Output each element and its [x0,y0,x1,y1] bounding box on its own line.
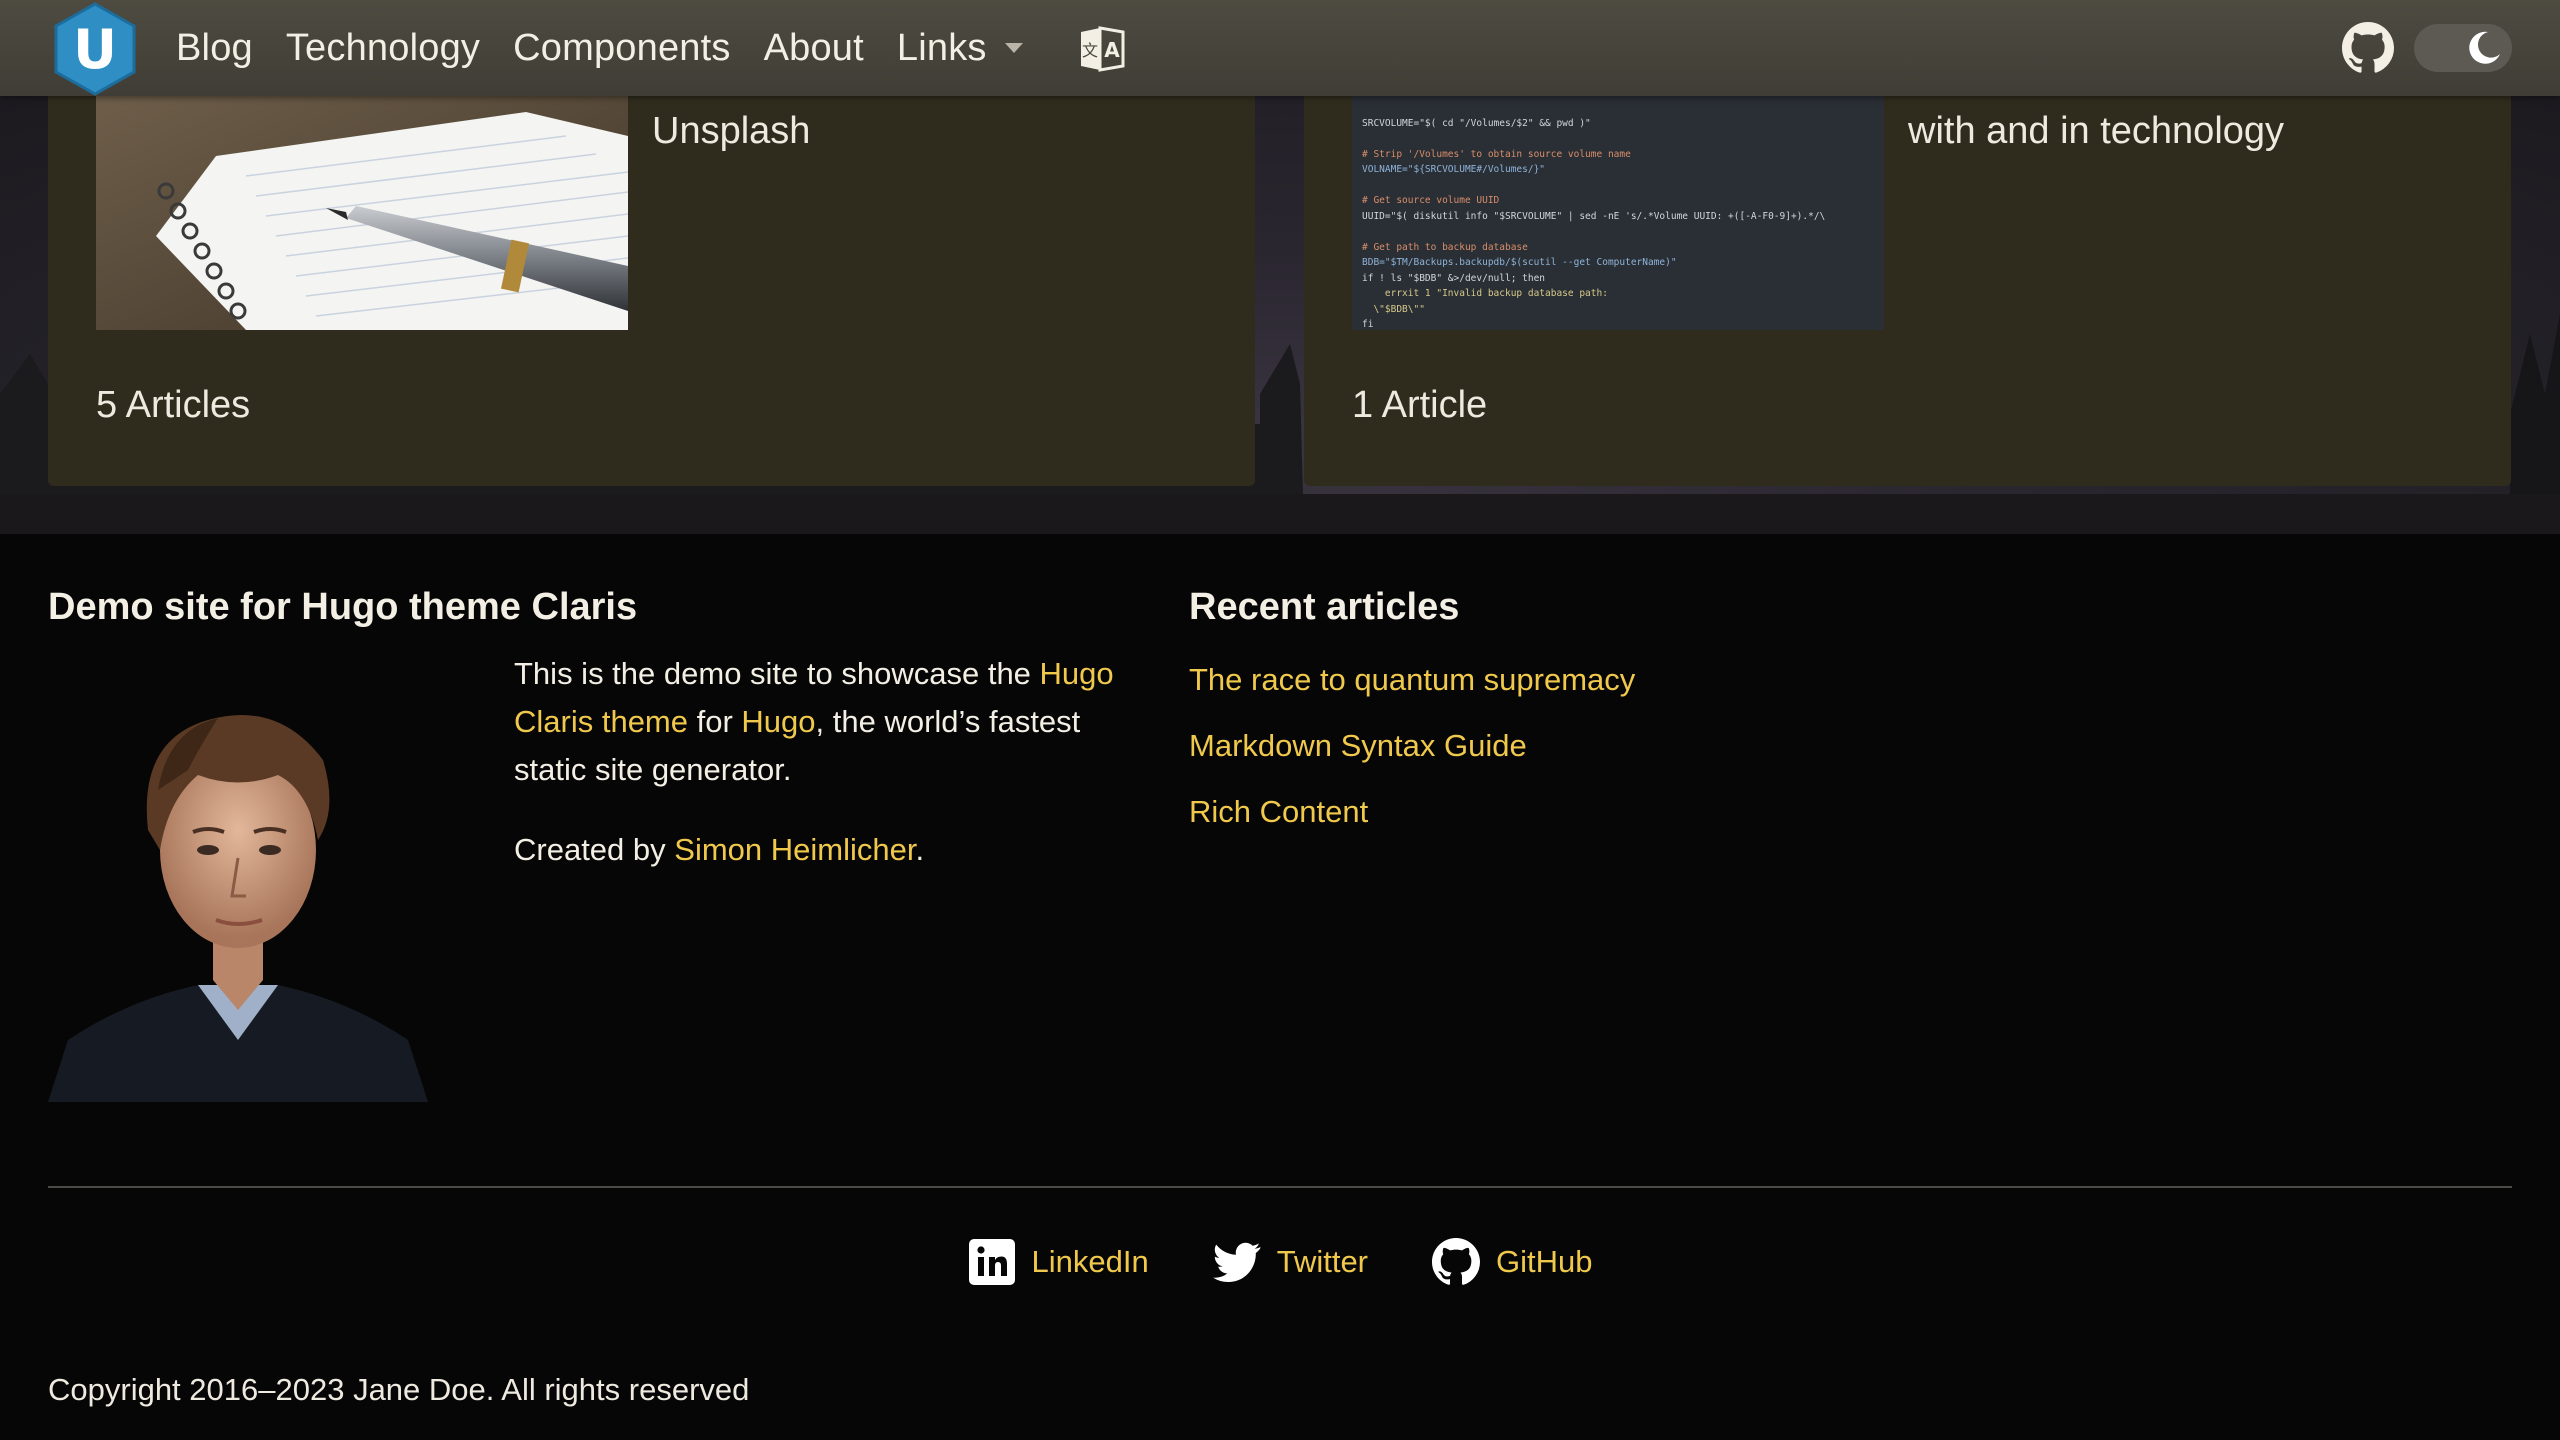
social-links: LinkedIn Twitter GitHub [0,1238,2560,1286]
github-icon[interactable] [2342,22,2394,74]
author-avatar [48,715,428,1102]
site-logo-icon[interactable]: U [52,2,138,96]
hugo-link[interactable]: Hugo [741,704,815,739]
recent-articles-list: The race to quantum supremacy Markdown S… [1189,660,1635,858]
github-icon [1432,1238,1481,1285]
translate-icon[interactable]: 文 A [1078,26,1126,72]
about-text-part: This is the demo site to showcase the [514,656,1040,691]
top-navbar: U Blog Technology Components About Links… [0,0,2560,96]
nav-blog[interactable]: Blog [176,27,253,70]
card-caption: Unsplash [652,110,811,152]
recent-article-link[interactable]: The race to quantum supremacy [1189,660,1635,700]
taxonomy-hero: Unsplash 5 Articles SRCVOLUME="$( cd "/V… [0,96,2560,534]
code-screenshot-image: SRCVOLUME="$( cd "/Volumes/$2" && pwd )"… [1352,96,1884,330]
linkedin-link[interactable]: LinkedIn [968,1238,1149,1286]
theme-toggle[interactable] [2414,24,2512,72]
linkedin-icon [968,1239,1015,1285]
article-count: 1 Article [1352,384,1488,426]
article-count: 5 Articles [96,384,251,426]
main-nav: Blog Technology Components About Links [176,0,1056,96]
about-text-part: . [915,832,925,867]
nav-technology[interactable]: Technology [286,27,480,70]
about-heading: Demo site for Hugo theme Claris [48,586,638,628]
notebook-pen-image [96,96,628,330]
code-snippet: SRCVOLUME="$( cd "/Volumes/$2" && pwd )"… [1362,117,1826,331]
nav-links-dropdown[interactable]: Links [897,27,1023,70]
nav-about[interactable]: About [764,27,864,70]
about-text: This is the demo site to showcase the Hu… [514,650,1114,906]
moon-icon [2469,31,2500,64]
category-card[interactable]: SRCVOLUME="$( cd "/Volumes/$2" && pwd )"… [1304,96,2511,486]
twitter-icon [1212,1242,1261,1282]
copyright: Copyright 2016–2023 Jane Doe. All rights… [48,1372,750,1407]
github-link[interactable]: GitHub [1432,1238,1593,1286]
recent-article-link[interactable]: Rich Content [1189,792,1635,832]
chevron-down-icon [1004,43,1023,53]
svg-text:A: A [1104,38,1120,62]
svg-text:文: 文 [1082,41,1098,60]
about-text-part: for [688,704,742,739]
category-card[interactable]: Unsplash 5 Articles [48,96,1255,486]
svg-text:U: U [73,18,117,81]
twitter-link[interactable]: Twitter [1212,1238,1369,1286]
github-label: GitHub [1496,1244,1593,1279]
card-caption: with and in technology [1908,110,2285,152]
twitter-label: Twitter [1276,1244,1369,1279]
recent-article-link[interactable]: Markdown Syntax Guide [1189,726,1635,766]
recent-articles-heading: Recent articles [1189,586,1460,628]
nav-components[interactable]: Components [513,27,730,70]
author-link[interactable]: Simon Heimlicher [674,832,915,867]
about-text-part: Created by [514,832,675,867]
linkedin-label: LinkedIn [1031,1244,1149,1279]
footer-divider [48,1186,2512,1188]
